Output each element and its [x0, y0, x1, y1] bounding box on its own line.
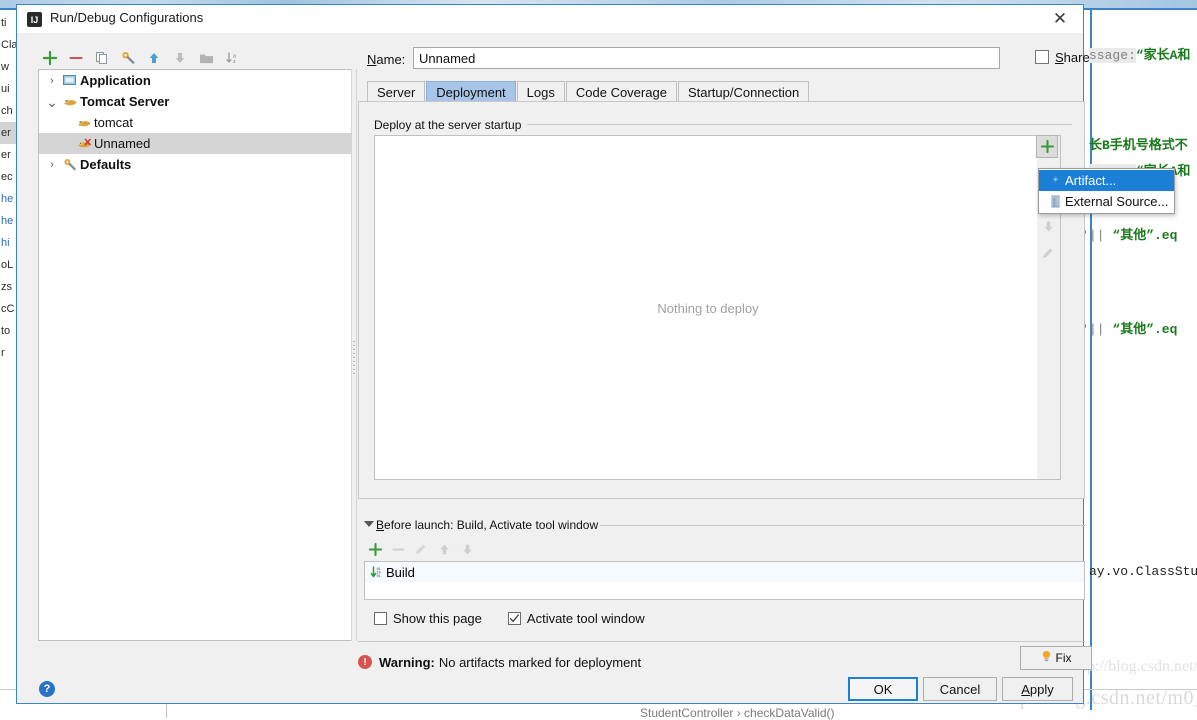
activate-tool-window-label: Activate tool window: [526, 611, 645, 626]
tab-startup-connection[interactable]: Startup/Connection: [677, 81, 810, 102]
menu-item-label: Artifact...: [1065, 173, 1117, 188]
new-folder-icon[interactable]: [194, 47, 218, 69]
code-line: || “其他”.eq: [1089, 322, 1178, 337]
tree-item-tomcat-server[interactable]: ⌄ Tomcat Server: [39, 91, 353, 112]
name-label: Name:: [367, 52, 406, 67]
warning-divider: [358, 641, 1085, 642]
intellij-idea-icon: IJ: [27, 12, 42, 27]
tree-item-label: Unnamed: [94, 136, 151, 151]
move-down-button[interactable]: [168, 47, 192, 69]
nothing-to-deploy-label: Nothing to deploy: [657, 301, 759, 316]
application-icon: [61, 74, 79, 87]
fix-button[interactable]: Fix: [1020, 646, 1092, 670]
tree-item-label: Tomcat Server: [80, 94, 170, 109]
warning-message: No artifacts marked for deployment: [438, 654, 642, 670]
move-task-down-button[interactable]: [459, 538, 475, 560]
menu-item-artifact[interactable]: Artifact...: [1039, 170, 1174, 191]
lightbulb-icon: [1041, 650, 1052, 666]
tree-item-tomcat[interactable]: tomcat: [39, 112, 353, 133]
deployment-list[interactable]: Nothing to deploy: [374, 135, 1040, 480]
artifact-icon: [1045, 174, 1065, 187]
tree-item-unnamed[interactable]: Unnamed: [39, 133, 353, 154]
chevron-right-icon[interactable]: ›: [43, 75, 61, 87]
tree-item-label: Application: [80, 73, 151, 88]
sort-alphabetically-icon[interactable]: a z: [220, 47, 244, 69]
dialog-title: Run/Debug Configurations: [50, 10, 204, 25]
tomcat-icon: [75, 116, 93, 129]
add-deployment-popup-menu[interactable]: Artifact... External Source...: [1038, 168, 1175, 214]
edit-deployment-button[interactable]: [1037, 241, 1059, 264]
help-button[interactable]: ?: [39, 681, 55, 697]
tree-item-label: tomcat: [94, 115, 134, 130]
dialog-titlebar: IJ Run/Debug Configurations ✕: [17, 5, 1083, 33]
add-configuration-button[interactable]: [38, 47, 62, 69]
before-launch-title: Before launch: Build, Activate tool wind…: [376, 518, 599, 532]
list-item[interactable]: 01 10 01 Build: [365, 562, 1084, 582]
add-task-button[interactable]: [367, 538, 383, 560]
before-launch-toolbar: [367, 538, 475, 560]
tree-item-defaults[interactable]: › Defaults: [39, 154, 353, 175]
configurations-toolbar: a z: [38, 46, 343, 70]
external-source-icon: [1045, 195, 1065, 208]
code-line: || “其他”.eq: [1089, 228, 1178, 243]
copy-configuration-button[interactable]: [90, 47, 114, 69]
tab-code-coverage[interactable]: Code Coverage: [565, 81, 677, 102]
activate-tool-window-checkbox[interactable]: [507, 612, 521, 625]
remove-configuration-button[interactable]: [64, 47, 88, 69]
tomcat-icon: [61, 95, 79, 108]
move-task-up-button[interactable]: [436, 538, 452, 560]
chevron-down-icon[interactable]: ⌄: [43, 95, 61, 109]
before-launch-options: Show this page Activate tool window: [374, 611, 645, 626]
build-icon: 01 10 01: [368, 565, 386, 579]
settings-tabs: Server Deployment Logs Code Coverage Startup…: [367, 80, 810, 102]
wrench-icon: [61, 158, 79, 171]
remove-task-button[interactable]: [390, 538, 406, 560]
tab-logs[interactable]: Logs: [516, 81, 565, 102]
show-this-page-label: Show this page: [393, 611, 482, 626]
run-debug-configurations-dialog: IJ Run/Debug Configurations ✕ a z › Appl…: [16, 4, 1175, 704]
close-icon[interactable]: ✕: [1045, 7, 1075, 31]
tab-deployment[interactable]: Deployment: [426, 81, 516, 102]
code-tail-line: ay.vo.ClassStu: [1089, 564, 1197, 579]
add-deployment-button[interactable]: [1036, 135, 1058, 158]
edit-configuration-defaults-button[interactable]: [116, 47, 140, 69]
edit-task-button[interactable]: [413, 538, 429, 560]
warning-bar: ! Warning: No artifacts marked for deplo…: [358, 649, 1085, 675]
panel-splitter[interactable]: [351, 69, 357, 641]
cancel-button[interactable]: Cancel: [923, 677, 997, 701]
name-input[interactable]: [413, 47, 1000, 69]
svg-text:z: z: [233, 59, 236, 65]
splitter-grip[interactable]: [353, 341, 355, 375]
show-this-page-checkbox[interactable]: [374, 612, 387, 625]
tomcat-error-icon: [75, 137, 93, 150]
share-label: Share: [1055, 50, 1090, 65]
task-label: Build: [386, 564, 415, 580]
chevron-right-icon[interactable]: ›: [43, 159, 61, 171]
before-launch-task-list[interactable]: 01 10 01 Build: [364, 561, 1085, 600]
fix-label: Fix: [1055, 651, 1072, 665]
configurations-tree[interactable]: › Application ⌄ Tomcat Server tomcat Unnamed ›…: [38, 69, 354, 641]
warning-icon: !: [358, 655, 372, 669]
ok-button[interactable]: OK: [848, 677, 918, 701]
before-launch-collapse-icon[interactable]: [364, 521, 374, 527]
menu-item-external-source[interactable]: External Source...: [1039, 191, 1174, 212]
move-up-button[interactable]: [142, 47, 166, 69]
warning-prefix: Warning:: [379, 654, 435, 670]
before-launch-divider: [600, 525, 1085, 526]
tree-item-application[interactable]: › Application: [39, 70, 353, 91]
editor-gutter-line: [1090, 10, 1092, 710]
svg-text:01: 01: [376, 574, 380, 578]
tree-item-label: Defaults: [80, 157, 132, 172]
apply-button[interactable]: Apply: [1002, 677, 1073, 701]
move-down-deployment-button[interactable]: [1037, 215, 1059, 238]
deploy-section-divider: [477, 124, 1072, 125]
tab-server[interactable]: Server: [367, 81, 426, 102]
share-checkbox[interactable]: [1035, 50, 1049, 64]
menu-item-label: External Source...: [1065, 194, 1169, 209]
code-line: 长B手机号格式不: [1089, 138, 1188, 153]
code-line: ssage:“家长A和: [1089, 48, 1191, 63]
deploy-section-title: Deploy at the server startup: [374, 118, 528, 132]
